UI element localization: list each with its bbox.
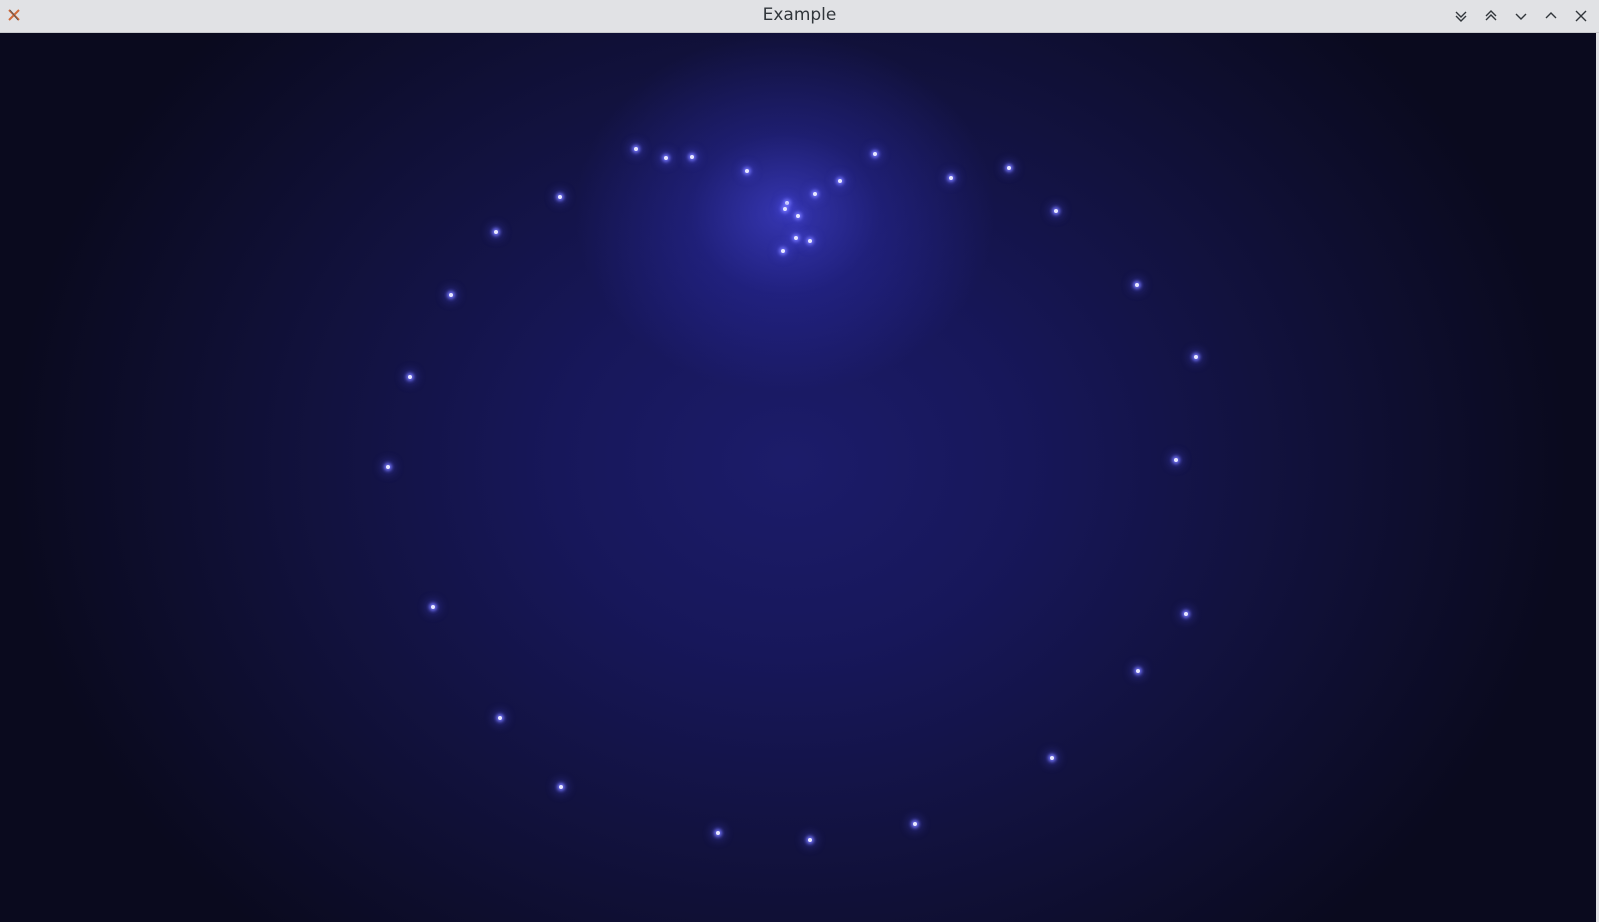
- particle-dot: [431, 605, 435, 609]
- keep-below-button[interactable]: [1449, 4, 1473, 28]
- minimize-button[interactable]: [1509, 4, 1533, 28]
- particle-dot: [808, 838, 812, 842]
- maximize-button[interactable]: [1539, 4, 1563, 28]
- particle-dot: [1054, 209, 1058, 213]
- particle-dot: [1050, 756, 1054, 760]
- particle-dot: [634, 147, 638, 151]
- particle-dot: [808, 239, 812, 243]
- particle-dot: [449, 293, 453, 297]
- close-button[interactable]: [1569, 4, 1593, 28]
- particle-dot: [813, 192, 817, 196]
- particle-dot: [558, 195, 562, 199]
- particle-dot: [794, 236, 798, 240]
- particle-dot: [1174, 458, 1178, 462]
- chevron-down-icon: [1515, 13, 1527, 20]
- particle-dot: [690, 155, 694, 159]
- render-canvas[interactable]: [0, 33, 1596, 922]
- particle-dot: [873, 152, 877, 156]
- particle-dot: [408, 375, 412, 379]
- particle-dot: [783, 207, 787, 211]
- particle-dot: [1184, 612, 1188, 616]
- particle-dot: [796, 214, 800, 218]
- app-window: Example: [0, 0, 1599, 922]
- close-icon: [1575, 10, 1587, 22]
- particle-dot: [386, 465, 390, 469]
- double-chevron-down-icon: [1455, 11, 1467, 22]
- particle-dot: [1135, 283, 1139, 287]
- particle-dot: [1194, 355, 1198, 359]
- keep-above-button[interactable]: [1479, 4, 1503, 28]
- chevron-up-icon: [1545, 12, 1557, 19]
- particle-dot: [559, 785, 563, 789]
- particle-dot: [1007, 166, 1011, 170]
- particle-dot: [913, 822, 917, 826]
- particle-dot: [785, 201, 789, 205]
- particle-dot: [498, 716, 502, 720]
- particle-dot: [949, 176, 953, 180]
- title-bar[interactable]: Example: [0, 0, 1599, 33]
- particle-dot: [745, 169, 749, 173]
- double-chevron-up-icon: [1485, 10, 1497, 21]
- particle-dot: [664, 156, 668, 160]
- window-title: Example: [762, 5, 837, 25]
- particle-dot: [1136, 669, 1140, 673]
- window-controls: [1449, 4, 1593, 28]
- particle-dot: [494, 230, 498, 234]
- particle-dot: [781, 249, 785, 253]
- particle-dot: [838, 179, 842, 183]
- particle-dot: [716, 831, 720, 835]
